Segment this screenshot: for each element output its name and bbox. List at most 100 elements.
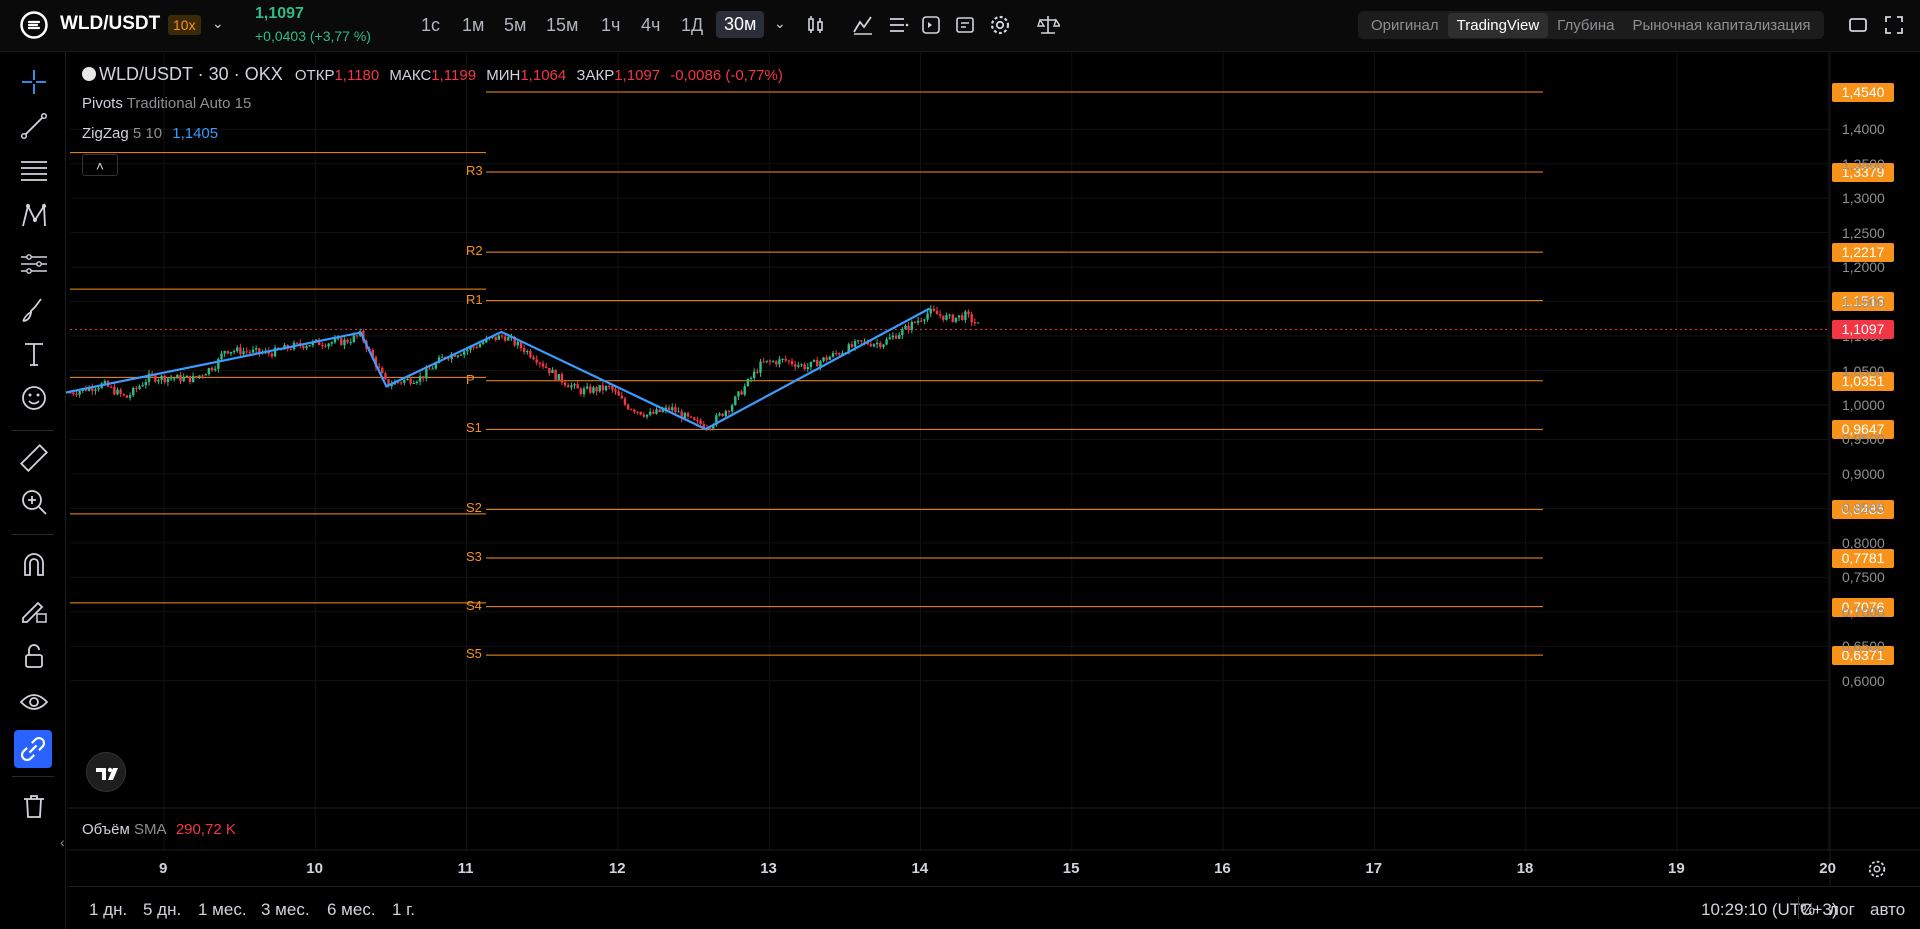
legend-open: 1,1180 <box>334 67 380 84</box>
timeframe-chevron-down-icon[interactable]: ⌄ <box>774 15 786 32</box>
candle-body <box>226 351 229 354</box>
timeframe-1s[interactable]: 1с <box>416 14 445 37</box>
trend-line-icon[interactable] <box>18 110 50 142</box>
scales-icon[interactable] <box>1036 13 1060 37</box>
range-1m[interactable]: 1 мес. <box>198 900 247 920</box>
percent-scale-button[interactable]: % <box>1800 900 1815 920</box>
unlock-icon[interactable] <box>18 640 50 672</box>
timeframe-1h[interactable]: 1ч <box>596 14 625 37</box>
pivots-params: Traditional Auto 15 <box>126 95 252 112</box>
candle-body <box>834 353 838 355</box>
tab-depth[interactable]: Глубина <box>1548 13 1623 38</box>
list-icon[interactable] <box>886 13 910 37</box>
brush-icon[interactable] <box>18 294 50 326</box>
emoji-icon[interactable] <box>18 382 50 414</box>
candle-body <box>198 375 201 378</box>
candle-body <box>340 338 343 346</box>
range-3m[interactable]: 3 мес. <box>261 900 310 920</box>
magnet-icon[interactable] <box>18 548 50 580</box>
timeframe-1d[interactable]: 1Д <box>676 14 708 37</box>
date-tick-label: 10 <box>306 860 323 877</box>
pivot-label: S5 <box>466 646 482 662</box>
zoom-icon[interactable] <box>18 486 50 518</box>
candle-body <box>916 320 920 323</box>
legend-symbol[interactable]: WLD/USDT · 30 · OKX <box>99 64 283 84</box>
candle-body <box>346 339 349 343</box>
gear-icon[interactable] <box>988 13 1012 37</box>
timeframe-5m[interactable]: 5м <box>499 14 531 37</box>
range-1y[interactable]: 1 г. <box>392 900 415 920</box>
collapse-toolbar-icon[interactable]: ‹ <box>60 834 65 850</box>
candlesticks <box>68 305 980 432</box>
candle-body <box>415 381 419 383</box>
lock-drawing-icon[interactable] <box>18 594 50 626</box>
exchange-logo-icon[interactable] <box>20 11 48 39</box>
candle-body <box>759 361 762 373</box>
candle-body <box>349 342 352 344</box>
candle-type-icon[interactable] <box>804 13 828 37</box>
price-tick-label: 1,0500 <box>1842 362 1885 379</box>
fullscreen-icon[interactable] <box>1882 13 1906 37</box>
candle-body <box>620 395 624 399</box>
candle-body <box>223 351 226 354</box>
trash-icon[interactable] <box>18 790 50 822</box>
chart-settings-gear-icon[interactable] <box>1866 858 1888 880</box>
pivots-legend[interactable]: Pivots Traditional Auto 15 <box>82 95 251 112</box>
window-icon[interactable] <box>1846 13 1870 37</box>
alert-icon[interactable] <box>953 13 977 37</box>
tab-original[interactable]: Оригинал <box>1362 13 1448 38</box>
candle-body <box>875 342 879 345</box>
chevron-down-icon[interactable]: ⌄ <box>212 15 224 32</box>
auto-scale-button[interactable]: авто <box>1870 900 1905 920</box>
candle-body <box>128 395 132 398</box>
log-scale-button[interactable]: лог <box>1829 900 1855 920</box>
candle-body <box>103 381 107 384</box>
collapse-legend-button[interactable]: ˄ <box>82 154 118 176</box>
candle-body <box>885 339 888 345</box>
eye-icon[interactable] <box>18 686 50 718</box>
text-icon[interactable] <box>18 338 50 370</box>
ruler-icon[interactable] <box>18 442 50 474</box>
link-icon[interactable] <box>14 730 52 768</box>
tab-tradingview[interactable]: TradingView <box>1447 12 1549 38</box>
candle-body <box>94 389 97 391</box>
candle-body <box>220 353 223 360</box>
candle-body <box>526 350 529 353</box>
date-tick-label: 20 <box>1819 860 1836 877</box>
zigzag-legend[interactable]: ZigZag 5 10 1,1405 <box>82 125 218 142</box>
candle-body <box>132 387 135 396</box>
timeframe-1m[interactable]: 1м <box>457 14 489 37</box>
pair-title[interactable]: WLD/USDT <box>60 13 160 35</box>
legend-close: 1,1097 <box>614 67 661 84</box>
candle-body <box>923 319 926 321</box>
candle-body <box>623 398 627 405</box>
timeframe-15m[interactable]: 15м <box>541 14 583 37</box>
price-chart[interactable] <box>0 0 1920 929</box>
pattern-icon[interactable] <box>18 200 50 232</box>
candle-body <box>210 367 214 371</box>
timeframe-4h[interactable]: 4ч <box>636 14 665 37</box>
candle-body <box>800 364 803 366</box>
replay-icon[interactable] <box>919 13 943 37</box>
candle-body <box>425 368 428 379</box>
candle-body <box>592 387 595 393</box>
prediction-icon[interactable] <box>18 248 50 280</box>
leverage-badge[interactable]: 10x <box>168 15 201 35</box>
tab-market-cap[interactable]: Рыночная капитализация <box>1623 13 1819 38</box>
candle-body <box>589 386 592 393</box>
date-tick-label: 12 <box>608 860 626 877</box>
volume-legend[interactable]: Объём SMA 290,72 K <box>82 821 236 838</box>
range-6m[interactable]: 6 мес. <box>327 900 376 920</box>
price-tick-label: 0,9000 <box>1842 465 1885 482</box>
crosshair-icon[interactable] <box>18 66 50 98</box>
candle-body <box>730 405 734 412</box>
clock[interactable]: 10:29:10 (UTC+3) <box>1701 900 1838 920</box>
candle-body <box>242 351 245 355</box>
range-5d[interactable]: 5 дн. <box>143 900 181 920</box>
tradingview-logo[interactable] <box>86 752 126 792</box>
indicators-icon[interactable] <box>851 13 875 37</box>
tradingview-logo-icon <box>96 767 118 780</box>
range-1d[interactable]: 1 дн. <box>89 900 127 920</box>
fibonacci-icon[interactable] <box>18 154 50 186</box>
timeframe-30m[interactable]: 30м <box>716 11 765 38</box>
